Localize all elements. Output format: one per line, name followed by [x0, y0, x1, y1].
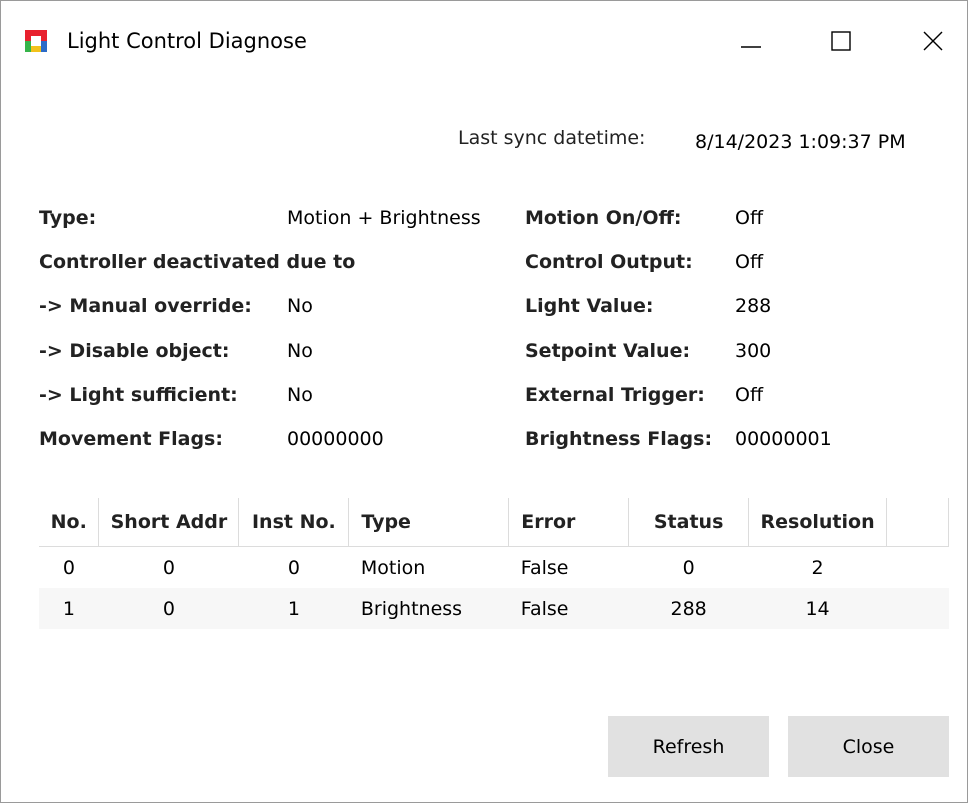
cell-short-addr: 0	[162, 556, 175, 579]
cell-short-addr: 0	[98, 588, 239, 629]
setpoint-value-value: 300	[735, 340, 772, 362]
light-sufficient-value: No	[287, 384, 313, 406]
column-header-no[interactable]: No.	[39, 498, 100, 547]
last-sync-value: 8/14/2023 1:09:37 PM	[695, 131, 906, 153]
setpoint-value-label: Setpoint Value:	[525, 340, 691, 362]
table-row[interactable]: 0 0 0 Motion False 0 2	[39, 547, 949, 589]
cell-resolution: 2	[811, 556, 824, 579]
cell-inst-no: 0	[287, 556, 300, 579]
cell-error: False	[520, 556, 569, 579]
column-header-filler	[886, 498, 949, 547]
manual-override-value: No	[287, 295, 313, 317]
table-row[interactable]: 1 0 1 Brightness False 288 14	[39, 588, 949, 629]
type-value: Motion + Brightness	[287, 207, 481, 229]
table-header-row: No. Short Addr Inst No. Type Error Statu…	[39, 498, 949, 547]
external-trigger-value: Off	[735, 384, 764, 406]
manual-override-label: -> Manual override:	[39, 295, 252, 317]
maximize-icon	[830, 30, 852, 52]
sensor-table[interactable]: No. Short Addr Inst No. Type Error Statu…	[39, 498, 949, 629]
last-sync-label: Last sync datetime:	[458, 127, 646, 149]
light-value-label: Light Value:	[525, 295, 654, 317]
title-bar[interactable]: Light Control Diagnose	[1, 1, 967, 63]
refresh-button[interactable]: Refresh	[608, 716, 769, 777]
cell-filler	[887, 547, 949, 589]
disable-object-label: -> Disable object:	[39, 340, 230, 362]
cell-no: 0	[62, 556, 76, 579]
brightness-flags-label: Brightness Flags:	[525, 428, 713, 450]
minimize-button[interactable]	[721, 15, 781, 67]
column-header-error[interactable]: Error	[508, 498, 630, 547]
disable-object-value: No	[287, 340, 313, 362]
cell-filler	[886, 588, 949, 629]
cell-status: 0	[682, 556, 695, 579]
cell-no: 1	[39, 588, 99, 629]
motion-onoff-label: Motion On/Off:	[525, 207, 682, 229]
cell-resolution: 14	[748, 588, 887, 629]
motion-onoff-value: Off	[735, 207, 764, 229]
controller-deactivated-label: Controller deactivated due to	[39, 251, 356, 273]
column-header-inst-no[interactable]: Inst No.	[238, 498, 350, 547]
control-output-value: Off	[735, 251, 764, 273]
column-header-short-addr[interactable]: Short Addr	[98, 498, 240, 547]
control-output-label: Control Output:	[525, 251, 693, 273]
app-color-squares-icon	[25, 30, 47, 52]
light-sufficient-label: -> Light sufficient:	[39, 384, 238, 406]
cell-type: Brightness	[348, 588, 509, 629]
column-header-status[interactable]: Status	[628, 498, 750, 547]
minimize-icon	[740, 30, 762, 52]
light-value-value: 288	[735, 295, 772, 317]
close-window-button[interactable]	[903, 15, 963, 67]
external-trigger-label: External Trigger:	[525, 384, 705, 406]
movement-flags-value: 00000000	[287, 428, 384, 450]
column-header-type[interactable]: Type	[348, 498, 510, 547]
close-button[interactable]: Close	[788, 716, 949, 777]
close-icon	[922, 30, 944, 52]
cell-type: Motion	[360, 556, 426, 579]
cell-status: 288	[628, 588, 749, 629]
column-header-resolution[interactable]: Resolution	[748, 498, 888, 547]
cell-error: False	[508, 588, 629, 629]
maximize-button[interactable]	[811, 15, 871, 67]
brightness-flags-value: 00000001	[735, 428, 832, 450]
window-title: Light Control Diagnose	[67, 29, 307, 53]
type-label: Type:	[39, 207, 97, 229]
movement-flags-label: Movement Flags:	[39, 428, 223, 450]
cell-inst-no: 1	[238, 588, 349, 629]
diagnose-window: Light Control Diagnose Last sync datetim…	[0, 0, 968, 803]
